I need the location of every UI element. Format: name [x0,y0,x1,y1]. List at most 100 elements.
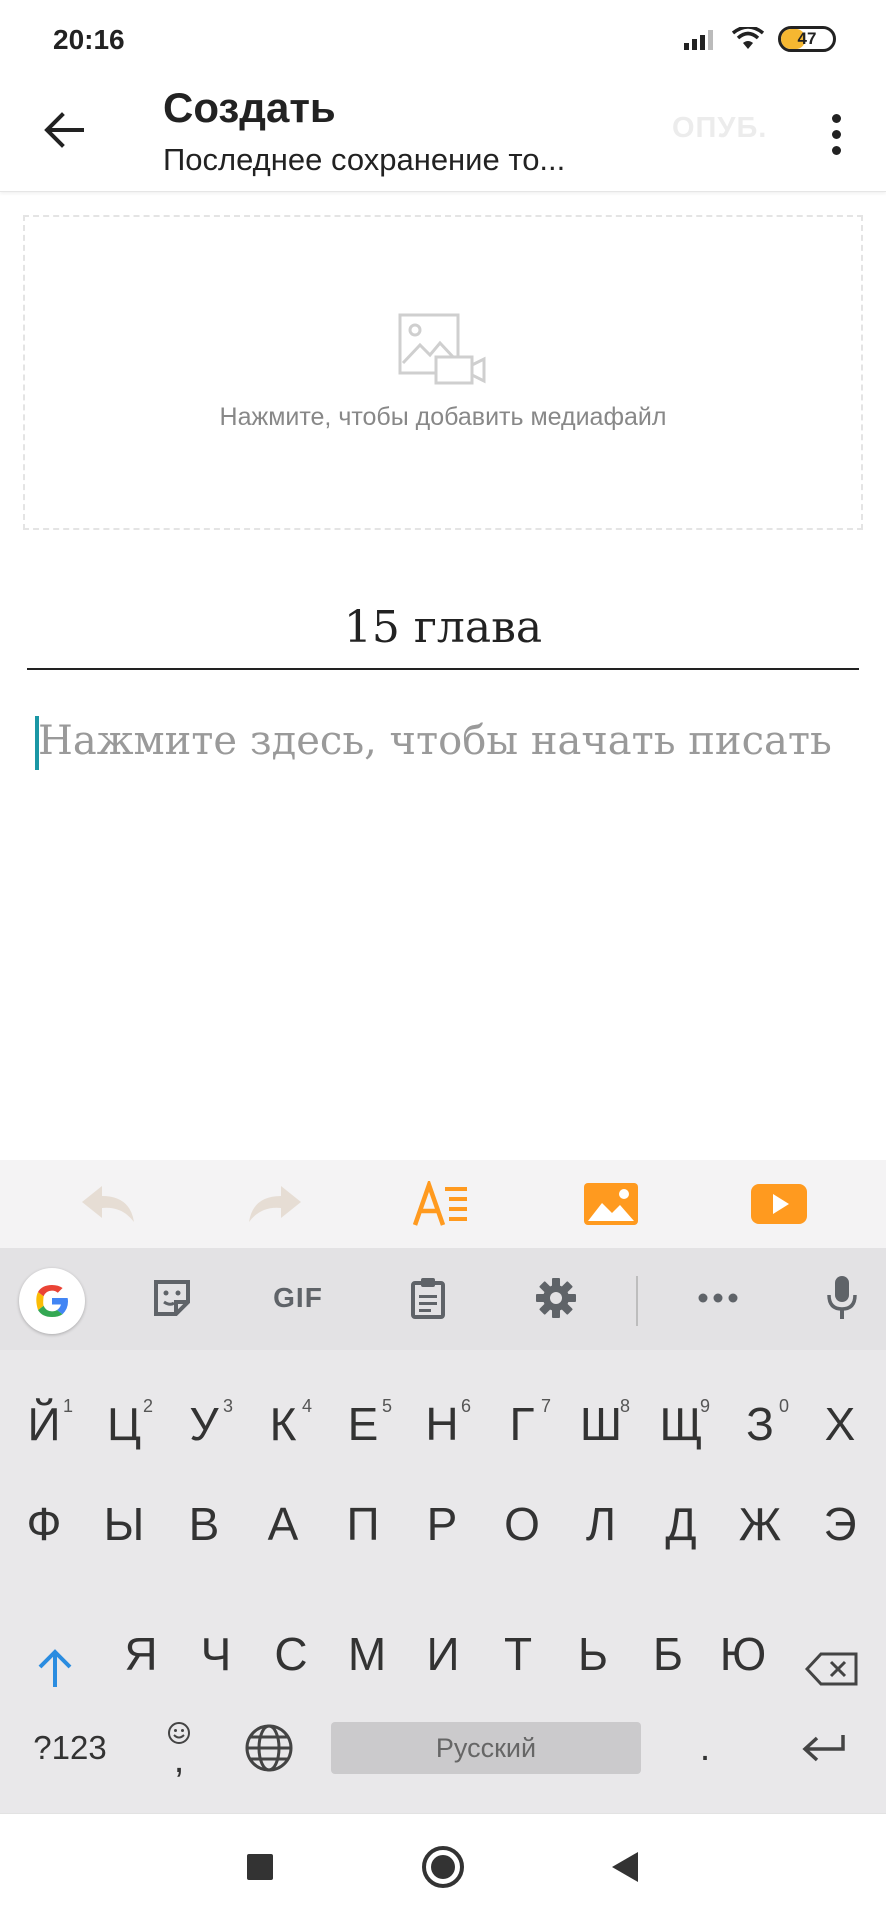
key-row2-7[interactable]: Л [566,1484,636,1564]
key-label: З [746,1398,774,1450]
add-media-area[interactable]: Нажмите, чтобы добавить медиафайл [23,215,863,530]
key-label: Л [585,1498,617,1550]
symbols-key[interactable]: ?123 [18,1714,122,1782]
space-key[interactable]: Русский [331,1722,641,1774]
key-label: В [188,1498,220,1550]
status-bar: 20:16 47 [0,0,886,80]
soft-keyboard: GIF Й 1 Ц 2 У 3 К 4 Е 5 Н 6 Г 7 Ш 8 Щ 9 … [0,1248,886,1813]
key-row2-0[interactable]: Ф [9,1484,79,1564]
redo-button[interactable] [245,1178,305,1230]
key-number-hint: 8 [619,1396,630,1416]
key-row2-6[interactable]: О [487,1484,557,1564]
key-row3-5[interactable]: Т [483,1614,553,1694]
backspace-icon [805,1652,858,1686]
app-bar: Создать Последнее сохранение то... ОПУБ. [0,80,886,192]
body-text-input[interactable]: Нажмите здесь, чтобы начать писать [38,718,832,764]
key-row1-7[interactable]: Ш8 [566,1384,636,1464]
key-row1-6[interactable]: Г7 [487,1384,557,1464]
key-number-hint: 0 [778,1396,789,1416]
clipboard-button[interactable] [400,1270,456,1326]
recents-button[interactable] [237,1844,283,1890]
google-search-button[interactable] [19,1268,85,1334]
enter-icon [802,1735,845,1762]
insert-image-icon [584,1183,638,1225]
insert-image-button[interactable] [581,1178,641,1230]
sticker-button[interactable] [144,1270,200,1326]
key-row1-9[interactable]: З0 [725,1384,795,1464]
voice-input-button[interactable] [814,1270,870,1326]
key-row2-9[interactable]: Ж [725,1484,795,1564]
toolbar-divider [636,1276,638,1326]
key-label: Ы [103,1498,145,1550]
key-row2-5[interactable]: Р [407,1484,477,1564]
shift-key[interactable] [22,1634,88,1704]
key-row2-4[interactable]: П [328,1484,398,1564]
key-row3-2[interactable]: С [256,1614,326,1694]
key-row1-8[interactable]: Щ9 [646,1384,716,1464]
comma-key[interactable]: , [146,1708,212,1788]
insert-video-button[interactable] [749,1178,809,1230]
comma-label: , [173,1739,185,1781]
language-switch-key[interactable] [236,1714,302,1782]
key-label: Е [347,1398,379,1450]
key-row3-8[interactable]: Ю [708,1614,778,1694]
key-number-hint: 7 [540,1396,551,1416]
more-vert-icon [831,113,841,123]
key-row1-0[interactable]: Й1 [9,1384,79,1464]
key-label: Й [27,1398,61,1450]
text-format-button[interactable] [412,1178,472,1230]
key-row2-8[interactable]: Д [646,1484,716,1564]
keyboard-settings-button[interactable] [528,1270,584,1326]
key-row2-1[interactable]: Ы [89,1484,159,1564]
key-label: К [269,1398,297,1450]
key-label: Ц [106,1398,142,1450]
key-row3-6[interactable]: Ь [558,1614,628,1694]
more-horiz-icon [698,1293,738,1303]
key-row3-3[interactable]: М [332,1614,402,1694]
key-label: Р [426,1498,458,1550]
period-key[interactable]: . [672,1714,738,1782]
key-label: Б [652,1628,684,1680]
chapter-title-input[interactable]: 15 глава [27,602,859,653]
key-label: Э [823,1498,857,1550]
back-arrow-icon [44,112,84,148]
key-row3-0[interactable]: Я [106,1614,176,1694]
key-row3-4[interactable]: И [408,1614,478,1694]
key-label: А [267,1498,299,1550]
back-button[interactable] [38,104,90,156]
more-options-button[interactable] [818,108,854,160]
key-row1-2[interactable]: У3 [169,1384,239,1464]
key-label: М [347,1628,387,1680]
add-media-label: Нажмите, чтобы добавить медиафайл [219,403,667,431]
last-saved-status: Последнее сохранение то... [163,142,566,177]
home-button[interactable] [420,1844,466,1890]
page-title: Создать [163,84,336,131]
settings-icon [536,1278,576,1318]
key-row1-5[interactable]: Н6 [407,1384,477,1464]
enter-key[interactable] [782,1714,866,1782]
keyboard-toolbar: GIF [0,1248,886,1350]
publish-button[interactable]: ОПУБ. [672,112,767,145]
key-row1-4[interactable]: Е5 [328,1384,398,1464]
key-label: О [504,1498,540,1550]
gif-button[interactable]: GIF [266,1270,330,1326]
key-label: Я [124,1628,158,1680]
status-time: 20:16 [53,24,125,55]
key-row2-2[interactable]: В [169,1484,239,1564]
key-row2-3[interactable]: А [248,1484,318,1564]
key-number-hint: 6 [460,1396,471,1416]
key-row1-3[interactable]: К4 [248,1384,318,1464]
key-row2-10[interactable]: Э [805,1484,875,1564]
key-row3-7[interactable]: Б [633,1614,703,1694]
key-label: Ю [719,1628,767,1680]
undo-button[interactable] [78,1178,138,1230]
redo-icon [249,1186,301,1222]
system-back-button[interactable] [602,1844,648,1890]
key-row1-10[interactable]: Х [805,1384,875,1464]
backspace-key[interactable] [798,1634,866,1704]
key-row3-1[interactable]: Ч [181,1614,251,1694]
key-label: Ь [577,1628,609,1680]
more-tools-button[interactable] [690,1270,746,1326]
key-row1-1[interactable]: Ц2 [89,1384,159,1464]
key-label: Х [824,1398,856,1450]
